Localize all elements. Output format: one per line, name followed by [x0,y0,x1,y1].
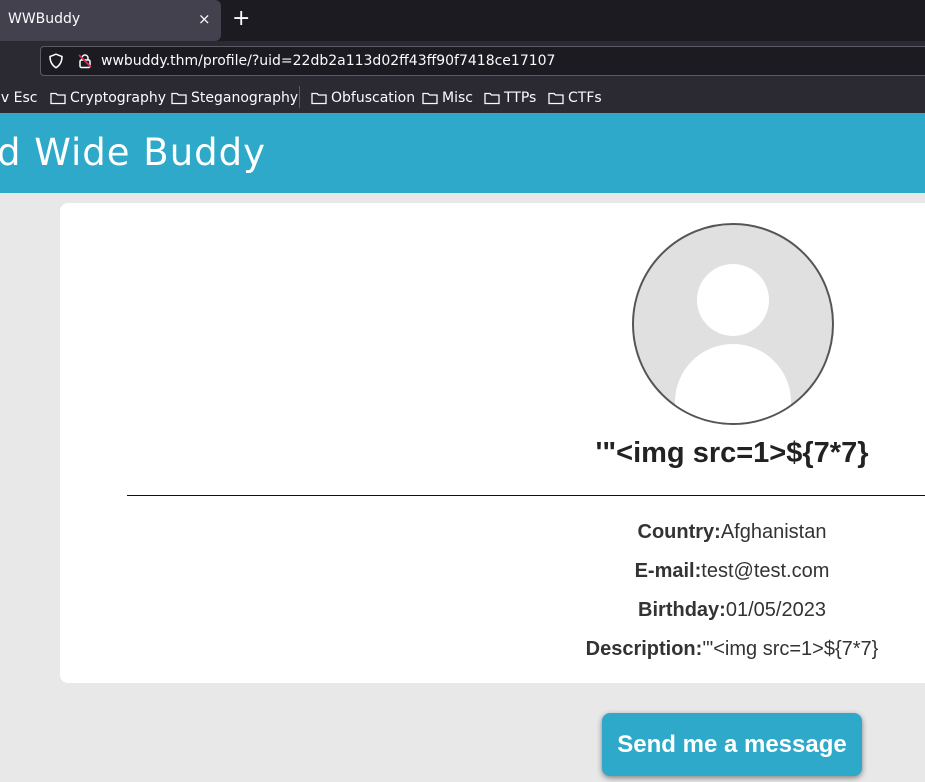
bookmark-priv-esc[interactable]: iv Esc [0,88,37,108]
profile-field-country: Country:Afghanistan [432,521,925,544]
bookmark-label: Obfuscation [331,90,416,106]
profile-field-description: Description:'"<img src=1>${7*7} [432,638,925,661]
avatar-body-shape [675,344,791,423]
profile-field-birthday: Birthday:01/05/2023 [432,599,925,622]
lock-insecure-icon[interactable] [77,53,93,69]
tab-close-icon[interactable]: × [198,10,211,28]
url-text[interactable]: wwbuddy.thm/profile/?uid=22db2a113d02ff4… [101,53,555,69]
tab-bar: WWBuddy × + [0,0,925,41]
field-label: Birthday: [638,599,726,621]
bookmark-cryptography[interactable]: Cryptography [50,88,166,108]
folder-icon [171,92,187,105]
bookmark-ttps[interactable]: TTPs [484,88,536,108]
bookmark-label: Cryptography [70,90,167,106]
new-tab-icon[interactable]: + [232,7,250,31]
folder-icon [548,92,564,105]
folder-icon [311,92,327,105]
send-message-button[interactable]: Send me a message [602,713,862,776]
bookmark-label: Misc [442,90,473,106]
bookmarks-toolbar: iv Esc Cryptography Steganography Obfusc… [0,82,925,114]
divider [127,495,925,496]
field-label: Description: [585,638,703,660]
url-bar[interactable]: wwbuddy.thm/profile/?uid=22db2a113d02ff4… [40,46,925,76]
avatar-head-shape [697,264,769,336]
field-value: test@test.com [701,560,830,582]
bookmark-label: CTFs [568,90,602,106]
site-header: d Wide Buddy [0,113,925,193]
folder-icon [484,92,500,105]
bookmark-separator [299,86,300,108]
profile-field-email: E-mail:test@test.com [432,560,925,583]
tab-title: WWBuddy [8,11,81,27]
field-label: Country: [637,521,721,543]
bookmark-steganography[interactable]: Steganography [171,88,298,108]
bookmark-label: TTPs [504,90,537,106]
profile-name: '"<img src=1>${7*7} [595,437,869,469]
bookmark-obfuscation[interactable]: Obfuscation [311,88,415,108]
shield-icon[interactable] [48,53,64,69]
bookmark-label: Steganography [191,90,299,106]
bookmark-ctfs[interactable]: CTFs [548,88,602,108]
field-value: '"<img src=1>${7*7} [702,638,879,660]
folder-icon [50,92,66,105]
field-value: Afghanistan [720,521,827,543]
navigation-bar: wwbuddy.thm/profile/?uid=22db2a113d02ff4… [0,41,925,82]
bookmark-misc[interactable]: Misc [422,88,473,108]
folder-icon [422,92,438,105]
field-label: E-mail: [634,560,702,582]
bookmark-label: iv Esc [0,90,38,106]
field-value: 01/05/2023 [725,599,826,621]
browser-tab[interactable]: WWBuddy × [0,0,221,41]
site-title[interactable]: d Wide Buddy [0,131,266,174]
avatar [632,223,834,425]
profile-card: '"<img src=1>${7*7} Country:Afghanistan … [60,203,925,683]
